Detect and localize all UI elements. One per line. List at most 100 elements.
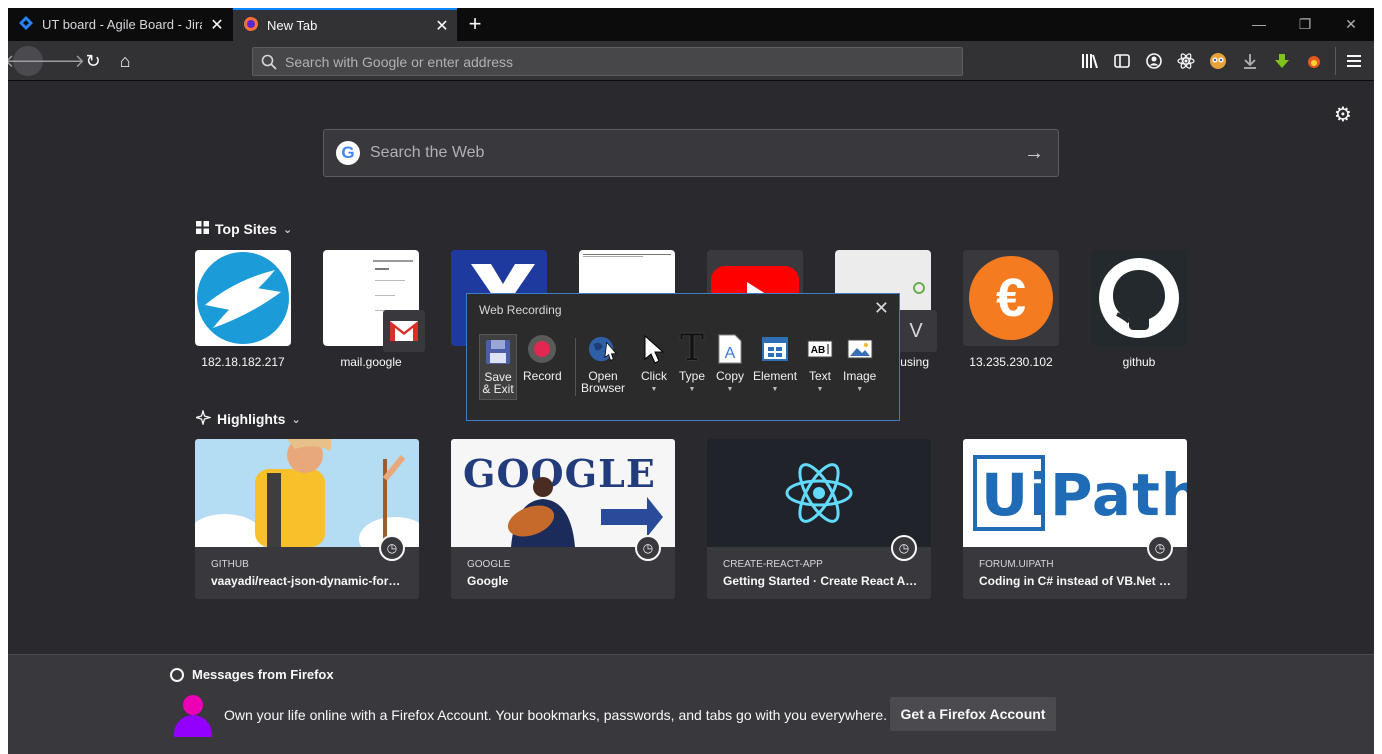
highlight-card[interactable]: ◷ GITHUB vaayadi/react-json-dynamic-form… <box>195 439 419 599</box>
highlights-header[interactable]: Highlights ⌄ <box>193 408 301 428</box>
clock-icon: ◷ <box>379 535 405 561</box>
browser-window: UT board - Agile Board - Jira ✕ New Tab … <box>8 8 1374 754</box>
get-firefox-account-button[interactable]: Get a Firefox Account <box>890 697 1056 731</box>
chevron-down-icon: ⌄ <box>291 413 301 426</box>
react-devtools-icon[interactable] <box>1176 51 1196 71</box>
highlight-source: FORUM.UIPATH <box>979 559 1054 570</box>
google-doodle-image: GOOGLE <box>451 439 675 547</box>
euro-icon: € <box>969 256 1053 340</box>
highlight-card[interactable]: ◷ CREATE-REACT-APP Getting Started · Cre… <box>707 439 931 599</box>
type-button[interactable]: T Type ▼ <box>677 331 707 396</box>
reload-button[interactable]: ↻ <box>78 46 108 76</box>
close-window-button[interactable]: ✕ <box>1328 8 1374 41</box>
caret-down-icon: ▼ <box>688 386 696 393</box>
clock-icon: ◷ <box>891 535 917 561</box>
image-button[interactable]: Image ▼ <box>843 334 876 396</box>
open-browser-button[interactable]: Open Browser <box>581 334 625 394</box>
highlight-card[interactable]: UiPath ◷ FORUM.UIPATH Coding in C# inste… <box>963 439 1187 599</box>
record-label: Record <box>523 369 562 383</box>
github-icon <box>1099 258 1179 338</box>
navigation-bar: 🡐 🡒 ↻ ⌂ Search with Google or enter addr… <box>8 41 1374 81</box>
hands-logo-thumbnail <box>195 250 291 346</box>
element-button[interactable]: Element ▼ <box>753 334 797 396</box>
highlight-source: GOOGLE <box>467 559 511 570</box>
gear-icon[interactable]: ⚙ <box>1334 102 1352 127</box>
github-thumbnail <box>1091 250 1187 346</box>
text-button[interactable]: AB Text ▼ <box>805 334 835 396</box>
close-tab-icon[interactable]: ✕ <box>427 16 457 36</box>
save-exit-button[interactable]: Save & Exit <box>479 334 517 400</box>
site-letter-icon: V <box>895 310 937 352</box>
home-button[interactable]: ⌂ <box>110 46 140 76</box>
highlight-card[interactable]: GOOGLE ◷ GOOGLE Google <box>451 439 675 599</box>
copy-label: Copy <box>715 369 744 383</box>
top-site-label: 182.18.182.217 <box>201 355 285 369</box>
forward-button[interactable]: 🡒 <box>37 46 85 76</box>
address-placeholder: Search with Google or enter address <box>285 53 514 70</box>
caret-down-icon: ▼ <box>650 386 658 393</box>
new-tab-button[interactable]: + <box>462 11 488 37</box>
svg-text:AB: AB <box>811 345 825 356</box>
highlights-title: Highlights <box>217 411 286 427</box>
messages-header: Messages from Firefox <box>170 667 334 682</box>
messages-title: Messages from Firefox <box>192 667 334 682</box>
google-logo-letter: G <box>341 143 355 162</box>
menu-icon[interactable] <box>1344 51 1364 71</box>
uipath-logo-image: UiPath <box>963 439 1187 547</box>
download-extension-icon[interactable] <box>1272 51 1292 71</box>
grid-icon <box>196 221 209 237</box>
top-site-tile[interactable]: 182.18.182.217 <box>195 250 291 369</box>
caret-down-icon: ▼ <box>816 386 824 393</box>
close-icon[interactable]: ✕ <box>874 298 889 319</box>
minimize-button[interactable]: — <box>1236 8 1282 41</box>
top-sites-header[interactable]: Top Sites ⌄ <box>196 221 292 237</box>
site-letter: V <box>909 319 923 342</box>
top-site-tile[interactable]: github <box>1091 250 1187 369</box>
click-label: Click <box>641 369 667 383</box>
search-arrow-icon[interactable]: → <box>1024 142 1044 165</box>
top-site-tile[interactable]: mail.google <box>323 250 425 369</box>
extension-face-icon[interactable] <box>1208 51 1228 71</box>
web-search-box[interactable]: G Search the Web → <box>323 129 1059 177</box>
messages-text: Own your life online with a Firefox Acco… <box>224 707 888 723</box>
firefox-icon <box>243 16 259 35</box>
address-bar[interactable]: Search with Google or enter address <box>252 47 963 76</box>
close-tab-icon[interactable]: ✕ <box>202 15 232 35</box>
text-field-icon: AB <box>805 334 835 364</box>
search-icon <box>261 54 277 70</box>
copy-document-icon: A <box>715 334 745 364</box>
hiker-illustration <box>195 439 419 547</box>
highlight-title: vaayadi/react-json-dynamic-form... <box>211 574 407 588</box>
text-label: Text <box>808 369 831 383</box>
image-icon <box>845 334 875 364</box>
highlight-title: Getting Started · Create React App <box>723 574 919 588</box>
sparkle-icon <box>193 408 213 428</box>
copy-button[interactable]: A Copy ▼ <box>715 334 745 396</box>
type-label: Type <box>678 369 705 383</box>
tab-title: New Tab <box>267 18 318 33</box>
jira-icon <box>18 15 34 34</box>
top-site-label: github <box>1122 355 1156 369</box>
downloads-icon[interactable] <box>1240 51 1260 71</box>
fire-extension-icon[interactable] <box>1304 51 1324 71</box>
highlight-title: Google <box>467 574 509 588</box>
library-icon[interactable] <box>1080 51 1100 71</box>
tab-jira[interactable]: UT board - Agile Board - Jira ✕ <box>8 8 232 41</box>
caret-down-icon: ▼ <box>771 386 779 393</box>
record-button[interactable]: Record <box>523 334 562 382</box>
highlight-title: Coding in C# instead of VB.Net - U... <box>979 574 1175 588</box>
restore-button[interactable]: ❐ <box>1282 8 1328 41</box>
toolbar-separator <box>1335 47 1336 75</box>
clock-icon: ◷ <box>635 535 661 561</box>
top-site-tile[interactable]: € 13.235.230.102 <box>963 250 1059 369</box>
account-icon[interactable] <box>1144 51 1164 71</box>
search-placeholder: Search the Web <box>370 144 485 161</box>
euro-symbol: € <box>995 268 1027 328</box>
element-icon <box>760 334 790 364</box>
sidebar-icon[interactable] <box>1112 51 1132 71</box>
google-logo-icon: G <box>336 141 360 165</box>
messages-panel: Messages from Firefox Own your life onli… <box>8 654 1374 754</box>
click-button[interactable]: Click ▼ <box>639 334 669 396</box>
save-label-line2: & Exit <box>482 382 514 396</box>
tab-new-tab[interactable]: New Tab ✕ <box>233 8 457 41</box>
